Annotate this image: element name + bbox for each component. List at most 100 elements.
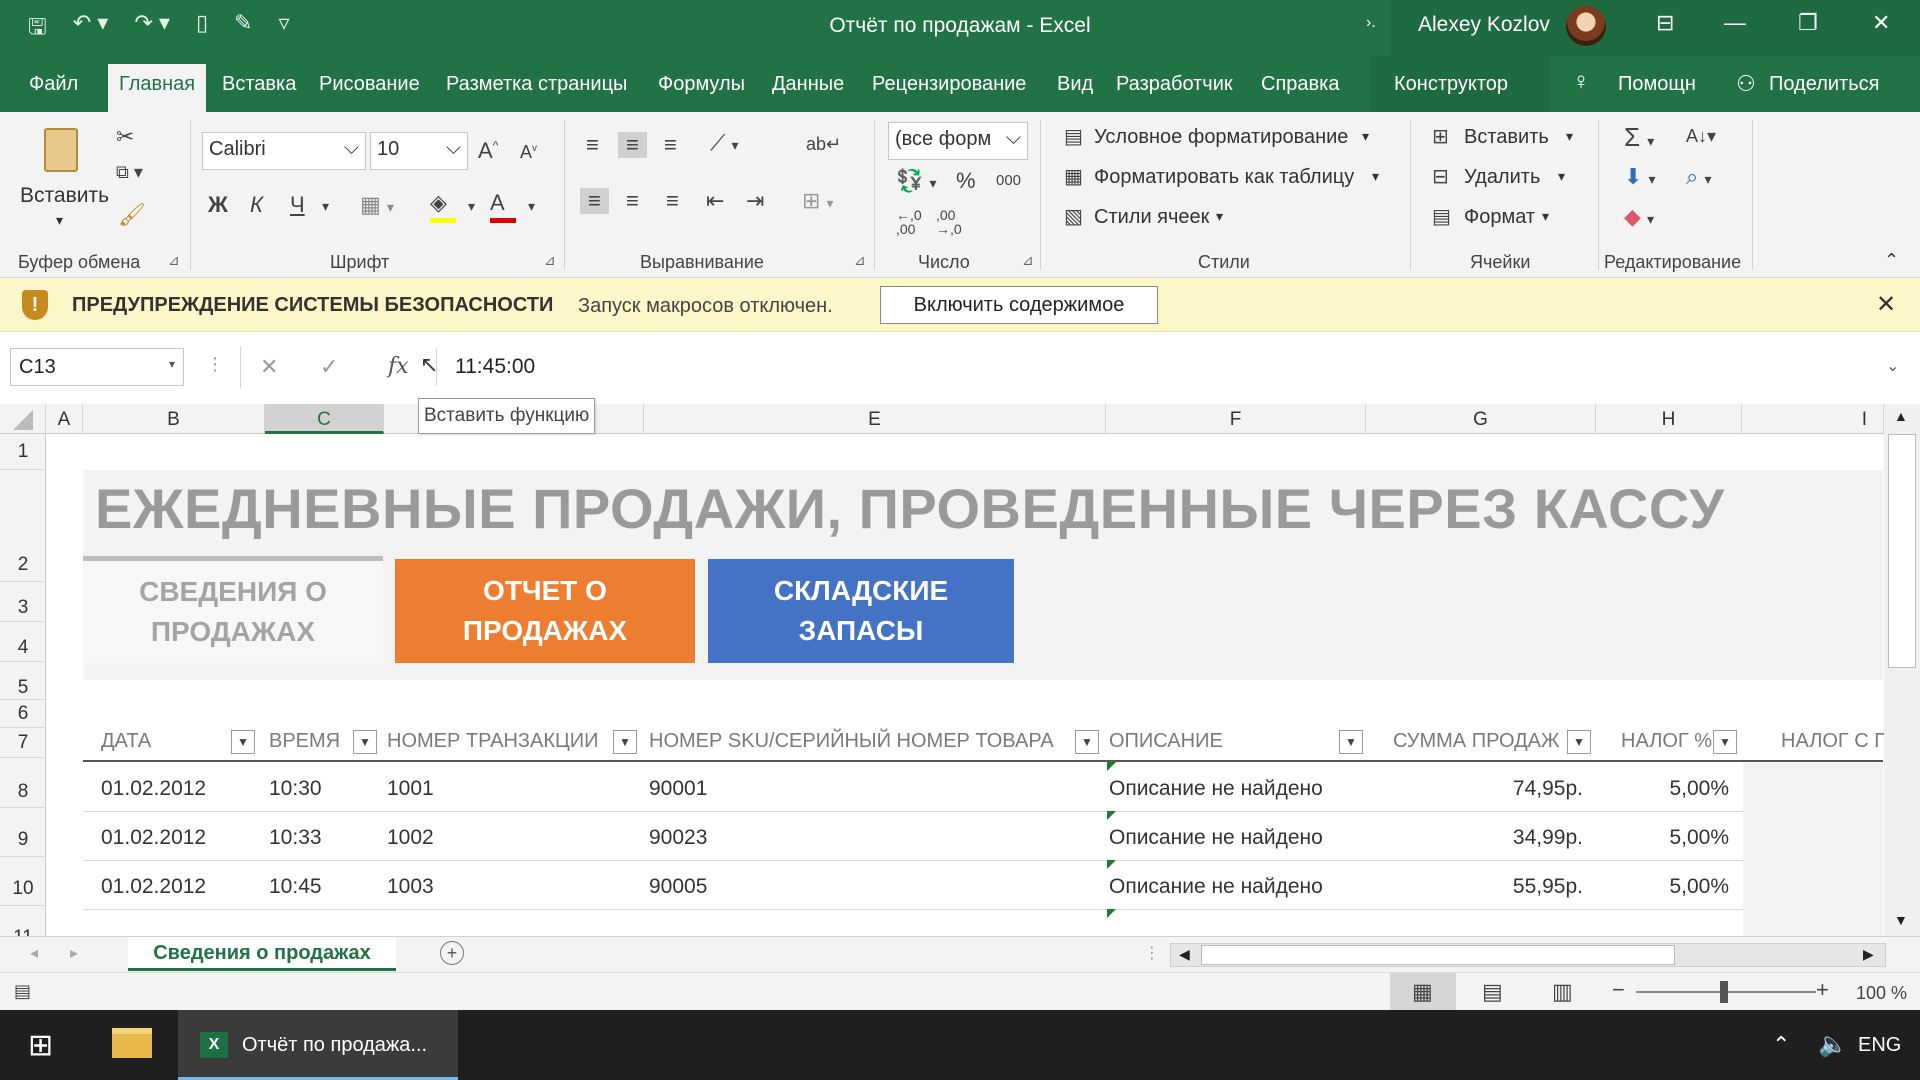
- cell-sku[interactable]: 90005: [649, 875, 707, 899]
- row-header[interactable]: 5: [0, 662, 46, 700]
- cut-icon[interactable]: ✂: [116, 124, 134, 150]
- dialog-launcher-icon[interactable]: ⊿: [854, 252, 866, 269]
- paste-dropdown-icon[interactable]: ▾: [56, 212, 63, 229]
- close-icon[interactable]: ✕: [1876, 290, 1896, 319]
- font-color-icon[interactable]: A: [490, 190, 516, 223]
- wrap-text-icon[interactable]: ab↵: [806, 134, 841, 155]
- scroll-down-icon[interactable]: ▼: [1894, 912, 1908, 928]
- tab-help[interactable]: Справка: [1261, 73, 1339, 96]
- file-explorer-icon[interactable]: [112, 1028, 152, 1058]
- insert-cells-button[interactable]: Вставить: [1464, 126, 1549, 149]
- cell-tax[interactable]: 5,00%: [1623, 777, 1729, 801]
- scroll-left-icon[interactable]: ◀: [1179, 946, 1190, 963]
- row-header[interactable]: 2: [0, 470, 46, 582]
- cell-date[interactable]: 01.02.2012: [101, 777, 206, 801]
- taskbar-excel-item[interactable]: X Отчёт по продажа...: [178, 1010, 458, 1080]
- vertical-scrollbar[interactable]: ▲ ▼: [1884, 404, 1920, 936]
- underline-button[interactable]: Ч: [290, 192, 305, 218]
- lightbulb-icon[interactable]: ♀: [1572, 68, 1590, 96]
- tab-insert[interactable]: Вставка: [222, 73, 296, 96]
- table-row[interactable]: 01.02.2012 10:30 1001 90001 Описание не …: [83, 762, 1883, 812]
- horizontal-scrollbar[interactable]: ◀ ▶: [1170, 943, 1886, 967]
- cell-description[interactable]: Описание не найдено: [1109, 875, 1323, 899]
- tab-developer[interactable]: Разработчик: [1116, 73, 1233, 96]
- zoom-slider-thumb[interactable]: [1720, 981, 1728, 1003]
- name-box[interactable]: C13 ▾: [10, 348, 184, 386]
- row-header[interactable]: 10: [0, 857, 46, 906]
- cell-tax-sum[interactable]: [1743, 910, 1883, 936]
- cell-date[interactable]: 01.02.2012: [101, 826, 206, 850]
- format-cells-icon[interactable]: ▤: [1432, 204, 1451, 229]
- language-indicator[interactable]: ENG: [1858, 1034, 1901, 1057]
- format-painter-icon[interactable]: 🖌: [118, 202, 146, 228]
- filter-dropdown-icon[interactable]: ▼: [613, 730, 637, 754]
- column-header[interactable]: A: [46, 404, 83, 434]
- expand-formula-bar-icon[interactable]: ⌄: [1886, 356, 1899, 376]
- cell-styles-icon[interactable]: ▧: [1064, 204, 1083, 229]
- conditional-format-icon[interactable]: ▤: [1064, 124, 1083, 149]
- page-break-view-icon[interactable]: ▥: [1552, 979, 1573, 1005]
- grow-font-icon[interactable]: A^: [478, 138, 498, 164]
- comma-style-button[interactable]: 000: [996, 172, 1021, 189]
- row-header[interactable]: 3: [0, 582, 46, 622]
- format-cells-button[interactable]: Формат: [1464, 206, 1535, 229]
- tab-review[interactable]: Рецензирование: [872, 73, 1026, 96]
- align-left-icon[interactable]: ≡: [580, 188, 609, 214]
- font-color-dropdown-icon[interactable]: ▾: [528, 198, 535, 215]
- column-header[interactable]: F: [1106, 404, 1366, 434]
- close-icon[interactable]: ✕: [1872, 10, 1890, 36]
- italic-button[interactable]: К: [250, 192, 263, 218]
- conditional-formatting-button[interactable]: Условное форматирование: [1094, 126, 1348, 149]
- column-header[interactable]: B: [83, 404, 265, 434]
- share-button[interactable]: Поделиться: [1769, 73, 1879, 96]
- ribbon-display-icon[interactable]: ⊟: [1656, 10, 1674, 36]
- filter-dropdown-icon[interactable]: ▼: [1713, 730, 1737, 754]
- cell-description[interactable]: Описание не найдено: [1109, 826, 1323, 850]
- cell-tax-sum[interactable]: [1743, 763, 1883, 812]
- tab-design[interactable]: Конструктор: [1394, 73, 1508, 96]
- increase-decimal-button[interactable]: ←,0 ,00: [896, 208, 924, 236]
- prev-sheet-icon[interactable]: ◂: [30, 943, 38, 963]
- zoom-out-icon[interactable]: −: [1612, 977, 1625, 1003]
- normal-view-icon[interactable]: ▦: [1412, 979, 1433, 1005]
- tab-draw[interactable]: Рисование: [319, 73, 420, 96]
- column-header[interactable]: G: [1366, 404, 1596, 434]
- formula-input[interactable]: 11:45:00: [436, 348, 1906, 386]
- volume-icon[interactable]: 🔈: [1818, 1030, 1848, 1059]
- tab-view[interactable]: Вид: [1057, 73, 1093, 96]
- cell-date[interactable]: 01.02.2012: [101, 875, 206, 899]
- fill-down-icon[interactable]: ⬇ ▾: [1624, 164, 1656, 190]
- tab-data[interactable]: Данные: [772, 73, 844, 96]
- cell-transaction[interactable]: 1002: [387, 826, 434, 850]
- next-sheet-icon[interactable]: ▸: [70, 943, 78, 963]
- cell-sku[interactable]: 90001: [649, 777, 707, 801]
- sales-info-nav-button[interactable]: СВЕДЕНИЯ О ПРОДАЖАХ: [83, 556, 383, 663]
- cell-styles-button[interactable]: Стили ячеек: [1094, 206, 1209, 229]
- find-select-icon[interactable]: ⌕ ▾: [1686, 164, 1711, 190]
- number-format-select[interactable]: (все форм ⌵: [888, 122, 1028, 160]
- cell-tax[interactable]: 5,00%: [1623, 875, 1729, 899]
- cell-amount[interactable]: 55,95р.: [1463, 875, 1583, 899]
- fill-color-icon[interactable]: ◈: [430, 190, 456, 223]
- insert-function-button[interactable]: fx: [388, 354, 409, 379]
- column-header[interactable]: H: [1596, 404, 1742, 434]
- row-header[interactable]: 6: [0, 700, 46, 728]
- inventory-nav-button[interactable]: СКЛАДСКИЕ ЗАПАСЫ: [708, 559, 1014, 663]
- scroll-up-icon[interactable]: ▲: [1894, 408, 1908, 424]
- user-name[interactable]: Alexey Kozlov: [1418, 13, 1550, 37]
- minimize-icon[interactable]: —: [1724, 10, 1746, 36]
- zoom-in-icon[interactable]: +: [1816, 977, 1829, 1003]
- zoom-level[interactable]: 100 %: [1856, 983, 1907, 1004]
- table-row[interactable]: [83, 909, 1883, 936]
- tab-formulas[interactable]: Формулы: [658, 73, 745, 96]
- font-size-select[interactable]: 10 ⌵: [370, 132, 468, 170]
- align-top-icon[interactable]: ≡: [586, 132, 599, 158]
- windows-start-icon[interactable]: ⊞: [28, 1028, 53, 1063]
- cell-transaction[interactable]: 1003: [387, 875, 434, 899]
- align-middle-icon[interactable]: ≡: [618, 132, 647, 158]
- delete-cells-icon[interactable]: ⊟: [1432, 164, 1449, 189]
- cell-tax-sum[interactable]: [1743, 812, 1883, 861]
- macro-record-icon[interactable]: ▤: [14, 981, 31, 1002]
- tell-me-search[interactable]: Помощн: [1618, 73, 1696, 96]
- column-header[interactable]: I: [1742, 404, 1884, 434]
